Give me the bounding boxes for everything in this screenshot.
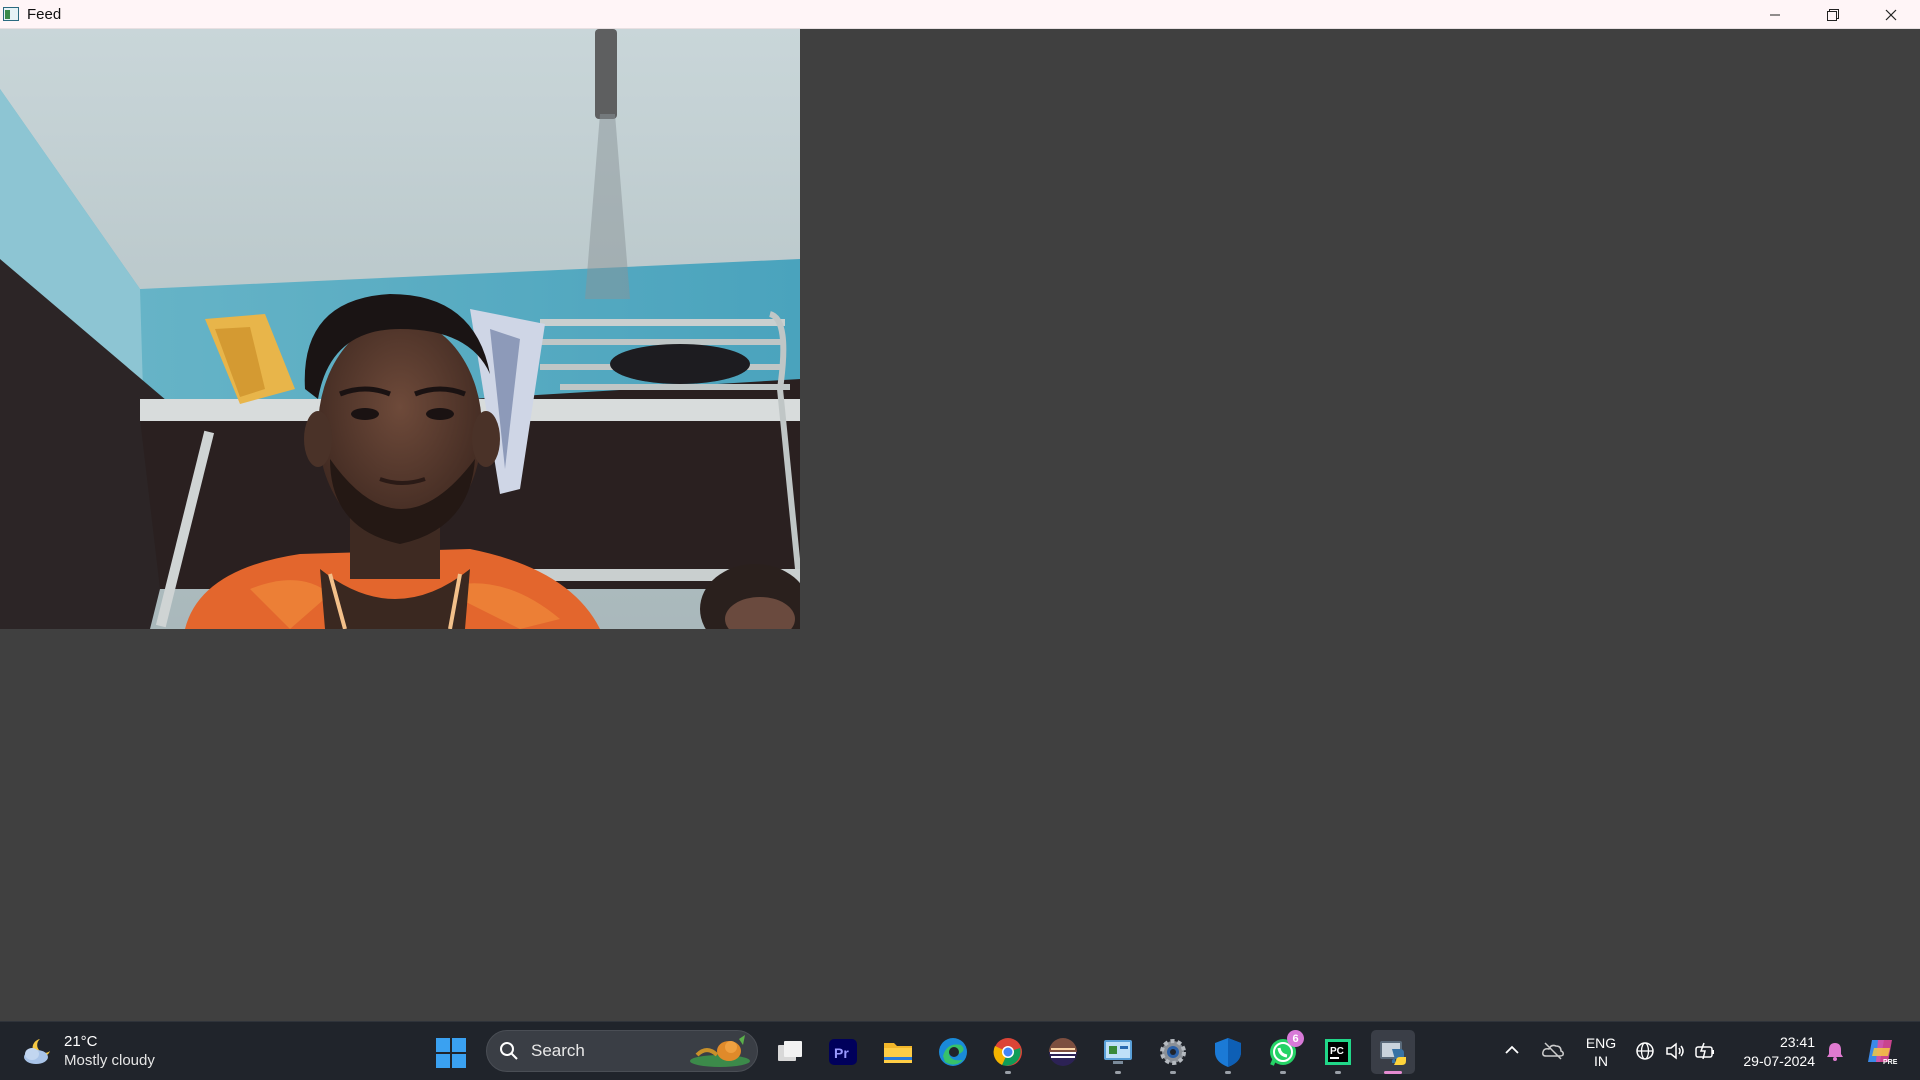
camera-feed-image bbox=[0, 29, 800, 629]
taskbar-defender[interactable] bbox=[1206, 1030, 1250, 1074]
client-area bbox=[0, 29, 1920, 1021]
taskbar-python[interactable] bbox=[1371, 1030, 1415, 1074]
search-highlight-icon bbox=[690, 1035, 750, 1067]
running-indicator bbox=[1225, 1071, 1231, 1074]
start-button[interactable] bbox=[436, 1038, 466, 1068]
edge-icon bbox=[939, 1038, 967, 1066]
title-bar[interactable]: Feed bbox=[0, 0, 1920, 29]
globe-network-icon bbox=[1636, 1042, 1654, 1060]
shield-icon bbox=[1215, 1038, 1241, 1067]
windows-logo-icon bbox=[436, 1038, 450, 1052]
taskbar-pycharm[interactable]: PC bbox=[1316, 1030, 1360, 1074]
weather-temperature: 21°C bbox=[64, 1033, 98, 1050]
taskbar-settings[interactable] bbox=[1151, 1030, 1195, 1074]
region-code: IN bbox=[1594, 1053, 1608, 1069]
taskbar-premiere-pro[interactable]: Pr bbox=[821, 1030, 865, 1074]
active-window-indicator bbox=[1384, 1071, 1402, 1074]
minimize-button[interactable] bbox=[1746, 0, 1804, 29]
premiere-pro-icon: Pr bbox=[829, 1039, 857, 1065]
app-window-icon bbox=[3, 6, 19, 22]
close-icon bbox=[1885, 9, 1897, 20]
search-icon bbox=[500, 1042, 518, 1060]
copilot-icon[interactable]: PRE bbox=[1864, 1034, 1898, 1068]
language-indicator[interactable]: ENG IN bbox=[1584, 1034, 1618, 1070]
folder-icon bbox=[884, 1043, 912, 1063]
svg-text:PC: PC bbox=[1330, 1046, 1344, 1057]
svg-text:PRE: PRE bbox=[1883, 1059, 1898, 1066]
taskbar-file-explorer[interactable] bbox=[876, 1030, 920, 1074]
running-indicator bbox=[1280, 1071, 1286, 1074]
task-view-icon bbox=[778, 1041, 802, 1061]
taskbar-edge[interactable] bbox=[931, 1030, 975, 1074]
taskbar-task-view[interactable] bbox=[768, 1030, 812, 1074]
pycharm-icon: PC bbox=[1325, 1039, 1351, 1065]
taskbar-control-panel[interactable] bbox=[1096, 1030, 1140, 1074]
taskbar-whatsapp[interactable]: 6 bbox=[1261, 1030, 1305, 1074]
weather-widget[interactable]: 21°C Mostly cloudy bbox=[20, 1032, 155, 1070]
notification-badge: 6 bbox=[1287, 1030, 1304, 1047]
minimize-icon bbox=[1770, 14, 1780, 15]
close-button[interactable] bbox=[1862, 0, 1920, 29]
clock-date: 29-07-2024 bbox=[1743, 1053, 1815, 1069]
tray-status-icons[interactable] bbox=[1634, 1040, 1716, 1062]
restore-button[interactable] bbox=[1804, 0, 1862, 29]
weather-condition: Mostly cloudy bbox=[64, 1052, 155, 1069]
window-controls bbox=[1746, 0, 1920, 29]
search-input[interactable] bbox=[531, 1041, 671, 1061]
running-indicator bbox=[1335, 1071, 1341, 1074]
window-title: Feed bbox=[27, 5, 62, 23]
taskbar-eclipse[interactable] bbox=[1041, 1030, 1085, 1074]
control-panel-icon bbox=[1104, 1040, 1132, 1064]
battery-charging-icon bbox=[1695, 1042, 1714, 1060]
system-clock[interactable]: 23:41 29-07-2024 bbox=[1730, 1033, 1815, 1071]
python-icon bbox=[1380, 1041, 1406, 1065]
running-indicator bbox=[1170, 1071, 1176, 1074]
search-box[interactable] bbox=[486, 1030, 758, 1072]
clock-time: 23:41 bbox=[1779, 1034, 1815, 1050]
language-code: ENG bbox=[1585, 1035, 1617, 1051]
running-indicator bbox=[1005, 1071, 1011, 1074]
svg-text:Pr: Pr bbox=[834, 1045, 849, 1061]
eclipse-icon bbox=[1049, 1038, 1077, 1066]
bell-icon[interactable] bbox=[1824, 1040, 1846, 1062]
gear-icon bbox=[1160, 1039, 1186, 1065]
chrome-icon bbox=[993, 1038, 1022, 1066]
partly-cloudy-night-icon bbox=[24, 1039, 50, 1064]
chevron-up-icon[interactable] bbox=[1502, 1040, 1522, 1060]
taskbar: 21°C Mostly cloudy Pr bbox=[0, 1021, 1920, 1080]
restore-icon bbox=[1827, 8, 1839, 21]
taskbar-chrome[interactable] bbox=[986, 1030, 1030, 1074]
running-indicator bbox=[1115, 1071, 1121, 1074]
onedrive-offline-icon[interactable] bbox=[1541, 1040, 1565, 1060]
volume-icon bbox=[1666, 1042, 1684, 1060]
